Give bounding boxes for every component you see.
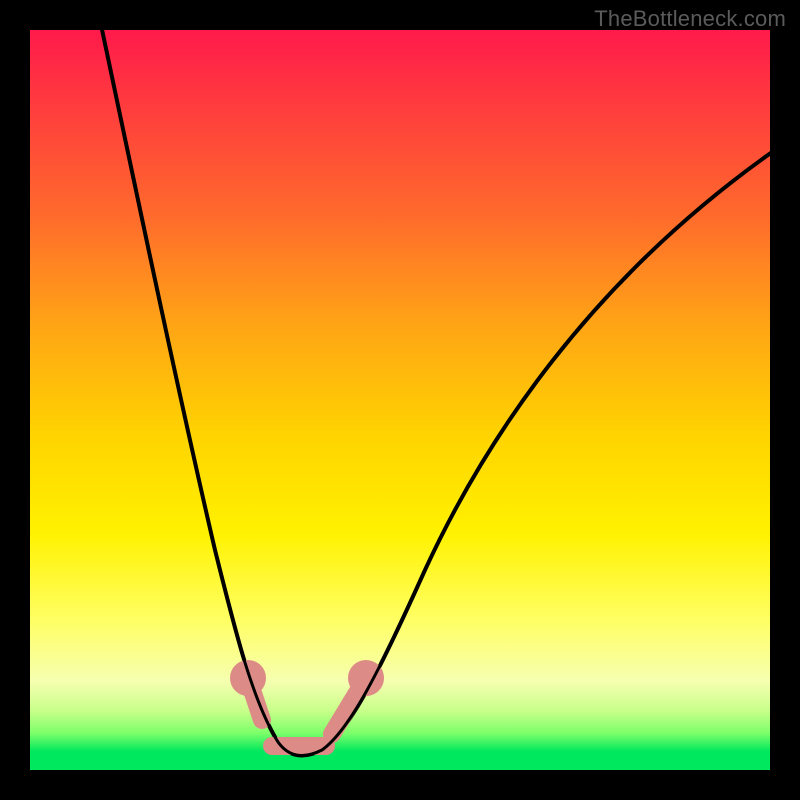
bottleneck-curve <box>100 20 775 756</box>
chart-frame: TheBottleneck.com <box>0 0 800 800</box>
curve-layer <box>30 30 770 770</box>
plot-area <box>30 30 770 770</box>
watermark-text: TheBottleneck.com <box>594 6 786 32</box>
bottleneck-curve-overlay <box>100 20 775 756</box>
